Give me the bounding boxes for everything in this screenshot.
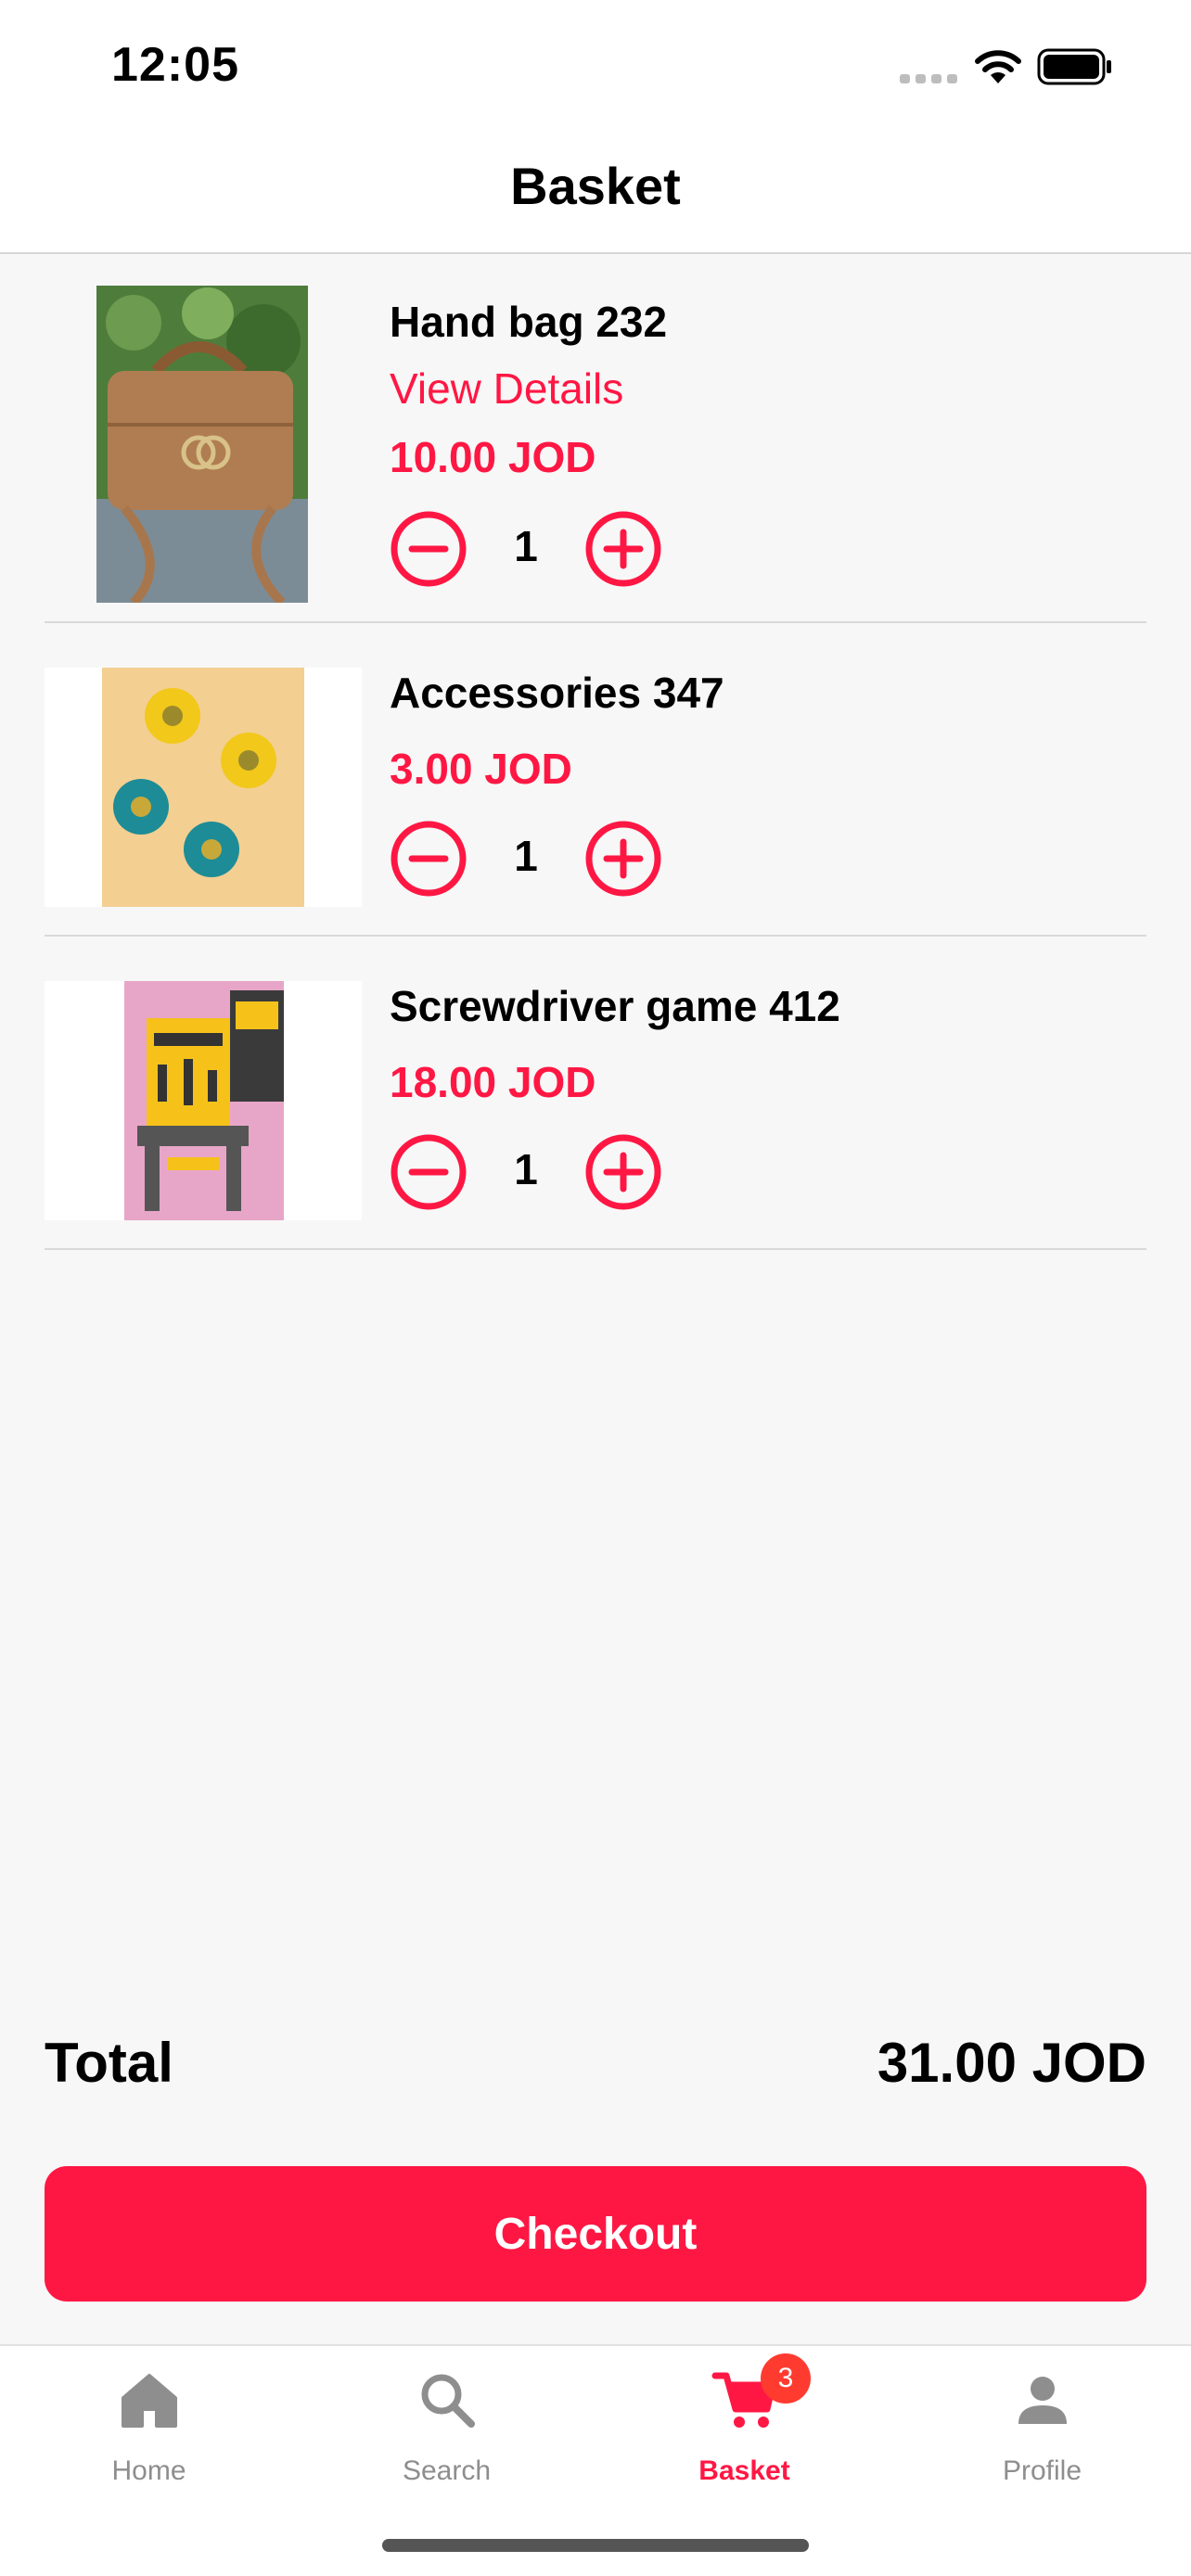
tab-label: Home xyxy=(111,2455,186,2486)
item-price: 3.00 JOD xyxy=(390,745,572,793)
item-title: Screwdriver game 412 xyxy=(390,982,840,1030)
checkout-button[interactable]: Checkout xyxy=(45,2166,1146,2302)
basket-item: Hand bag 232 View Details 10.00 JOD 1 xyxy=(45,254,1146,623)
minus-circle-icon[interactable] xyxy=(390,1133,467,1211)
total-label: Total xyxy=(45,2032,173,2094)
plus-circle-icon[interactable] xyxy=(584,1133,662,1211)
tab-home[interactable]: Home xyxy=(0,2346,298,2504)
cellular-signal-icon xyxy=(900,74,957,83)
item-price: 18.00 JOD xyxy=(390,1058,596,1106)
plus-circle-icon[interactable] xyxy=(584,820,662,898)
tab-basket[interactable]: 3 Basket xyxy=(596,2346,893,2504)
status-bar: 12:05 xyxy=(0,0,1191,130)
tab-label: Search xyxy=(402,2455,492,2486)
view-details-link[interactable]: View Details xyxy=(390,363,623,414)
product-image-accessories[interactable] xyxy=(45,668,362,907)
cart-count-badge: 3 xyxy=(761,2353,811,2404)
product-image-hand-bag[interactable] xyxy=(96,286,308,603)
basket-item: Accessories 347 3.00 JOD 1 xyxy=(45,623,1146,937)
tab-label: Profile xyxy=(1002,2455,1082,2486)
battery-icon xyxy=(1037,48,1111,85)
quantity-stepper: 1 xyxy=(390,510,668,588)
item-title: Accessories 347 xyxy=(390,669,724,717)
basket-screen: 12:05 Basket Hand bag 232 View Details 1… xyxy=(0,0,1191,2576)
plus-circle-icon[interactable] xyxy=(584,510,662,588)
page-title: Basket xyxy=(510,157,681,215)
product-image-screwdriver-game[interactable] xyxy=(45,981,362,1220)
minus-circle-icon[interactable] xyxy=(390,820,467,898)
minus-circle-icon[interactable] xyxy=(390,510,467,588)
person-icon xyxy=(1018,2377,1067,2424)
tab-label: Basket xyxy=(698,2455,790,2486)
quantity-value: 1 xyxy=(514,832,538,880)
quantity-value: 1 xyxy=(514,522,538,570)
quantity-value: 1 xyxy=(514,1145,538,1193)
item-title: Hand bag 232 xyxy=(390,298,668,346)
basket-item: Screwdriver game 412 18.00 JOD 1 xyxy=(45,937,1146,1250)
wifi-icon xyxy=(975,50,1021,83)
basket-list: Hand bag 232 View Details 10.00 JOD 1 Ac… xyxy=(45,254,1146,1250)
search-icon xyxy=(421,2374,475,2428)
tab-search[interactable]: Search xyxy=(298,2346,596,2504)
quantity-stepper: 1 xyxy=(390,820,668,898)
total-value: 31.00 JOD xyxy=(877,2032,1146,2094)
status-time: 12:05 xyxy=(111,38,239,92)
quantity-stepper: 1 xyxy=(390,1133,668,1211)
home-indicator[interactable] xyxy=(382,2539,809,2552)
tab-profile[interactable]: Profile xyxy=(893,2346,1191,2504)
nav-header: Basket xyxy=(0,130,1191,254)
item-price: 10.00 JOD xyxy=(390,433,596,481)
home-icon xyxy=(121,2374,177,2428)
